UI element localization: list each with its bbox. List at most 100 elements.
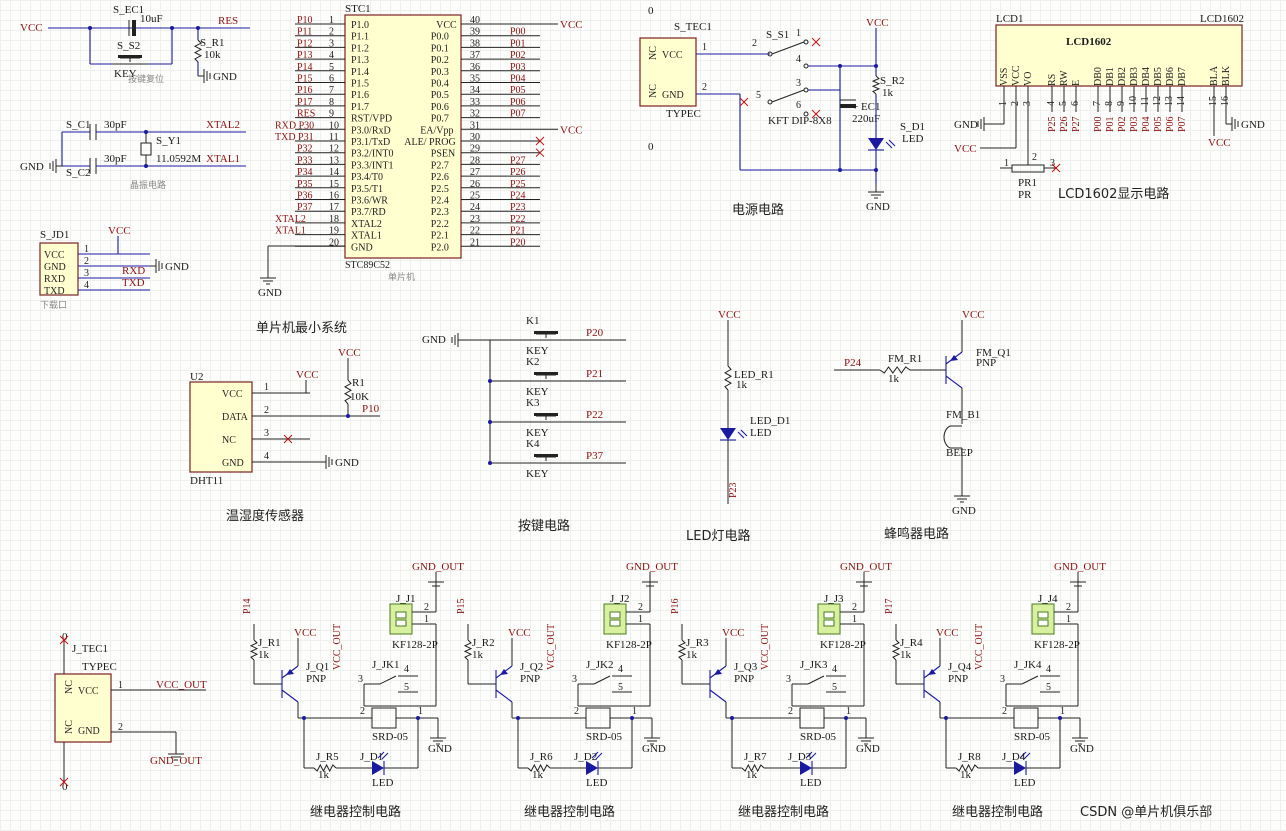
label: P3.0/RxD [351, 125, 391, 136]
label: 2 [702, 82, 707, 93]
buzzer-symbol [943, 425, 951, 449]
label: 4 [618, 664, 623, 675]
ground-symbol [320, 455, 333, 469]
junction [730, 716, 734, 720]
label: J_J1 [396, 593, 416, 605]
label: 13 [1164, 96, 1175, 106]
label: LED [800, 777, 821, 789]
label: J_Q4 [948, 661, 972, 673]
label: P01 [1105, 116, 1116, 132]
label: P16 [297, 85, 313, 96]
label: 0 [648, 5, 654, 17]
label: 16 [1220, 96, 1231, 106]
label: KF128-2P [392, 639, 438, 651]
label: NC [648, 46, 659, 60]
label: VO [1023, 72, 1034, 86]
label: DB4 [1141, 67, 1152, 86]
wire [885, 141, 893, 149]
label: 1 [1060, 706, 1065, 717]
label: 1k [736, 379, 748, 391]
label: P0.5 [431, 90, 449, 101]
label: P3.6/WR [351, 196, 388, 207]
label: 22 [470, 226, 480, 237]
label: J_Q2 [520, 661, 543, 673]
label: E [1071, 80, 1082, 86]
junction [88, 26, 92, 30]
relay-coil [799, 707, 825, 729]
label: P24 [844, 357, 862, 369]
label: 26 [470, 179, 480, 190]
label: 6 [1070, 101, 1081, 106]
label: 4 [1046, 664, 1051, 675]
junction [874, 64, 878, 68]
label: DB1 [1105, 67, 1116, 86]
label: GND [856, 743, 880, 755]
label: 1 [702, 42, 707, 53]
label: VCC [108, 225, 131, 237]
label: 1 [264, 382, 269, 393]
label: P37 [586, 450, 604, 462]
label: XTAL2 [275, 214, 306, 225]
label: DB5 [1153, 67, 1164, 86]
download-caption: 下载口 [40, 299, 67, 311]
label: 20 [329, 237, 339, 248]
key-circuit: GNDK1KEYP20K2KEYP21K3KEYP22K4KEYP37按键电路 [422, 315, 626, 534]
label: S_JD1 [40, 229, 69, 241]
label: PNP [306, 673, 326, 685]
label: 3 [786, 674, 791, 685]
label: LCD1602 [1066, 36, 1112, 48]
junction [1058, 716, 1062, 720]
label: 11 [1140, 96, 1151, 106]
watermark-text: CSDN @单片机俱乐部 [1080, 805, 1212, 820]
label: NC [648, 84, 659, 98]
label: 18 [329, 214, 339, 225]
label: P1.3 [351, 55, 369, 66]
label: VCC [78, 686, 99, 697]
label: PNP [520, 673, 540, 685]
label: 2 [1032, 152, 1037, 163]
relay-caption: 继电器控制电路 [524, 804, 615, 820]
label: P2.3 [431, 207, 449, 218]
label: P03 [1129, 116, 1140, 132]
label: TXD P31 [275, 132, 314, 143]
gnd-label: GND [1241, 119, 1265, 131]
label: S_R2 [880, 75, 904, 87]
label: K1 [526, 315, 539, 327]
label: 17 [329, 202, 339, 213]
label: P1.6 [351, 90, 369, 101]
label: 1k [900, 649, 912, 661]
label: VCC_OUT [760, 624, 771, 670]
label: P33 [297, 155, 313, 166]
label: STC89C52 [345, 260, 390, 271]
label: 30pF [104, 119, 127, 131]
label: XTAL1 [351, 231, 382, 242]
label: GND [222, 458, 244, 469]
label: GND [78, 726, 100, 737]
label: 5 [1058, 101, 1069, 106]
label: P2.7 [431, 160, 449, 171]
label: P00 [510, 27, 526, 38]
label: P24 [510, 191, 526, 202]
label: 2 [1010, 101, 1021, 106]
label: K3 [526, 397, 540, 409]
label: 19 [329, 226, 339, 237]
label: 38 [470, 38, 480, 49]
label: S_S1 [766, 29, 789, 41]
wire [807, 675, 825, 685]
label: P02 [510, 50, 526, 61]
label: 2 [264, 405, 269, 416]
label: BLA [1209, 65, 1220, 86]
label: VCC [560, 19, 583, 31]
relay-caption: 继电器控制电路 [738, 804, 829, 820]
label: GND_OUT [840, 561, 892, 573]
label: 25 [470, 191, 480, 202]
junction [838, 64, 842, 68]
led-caption: LED灯电路 [686, 528, 750, 544]
terminal-slot [823, 619, 835, 627]
label: VCC_OUT [974, 624, 985, 670]
label: VCC [222, 389, 243, 400]
gnd-label: GND [866, 201, 890, 213]
terminal-slot [395, 611, 407, 619]
label: K2 [526, 356, 539, 368]
label: P22 [510, 214, 526, 225]
